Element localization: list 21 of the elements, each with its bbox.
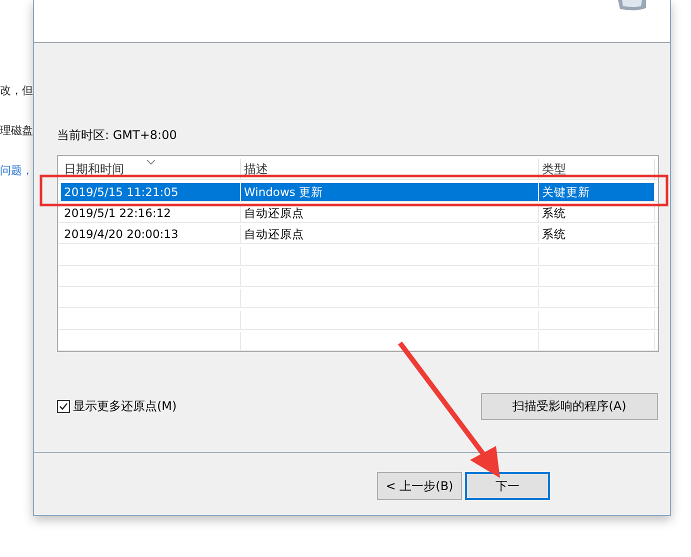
table-cell[interactable]: 自动还原点 <box>241 225 539 244</box>
table-cell[interactable]: 关键更新 <box>539 182 655 201</box>
column-header[interactable]: 类型 <box>539 159 655 180</box>
body-text: 改，但 <box>0 83 33 98</box>
link-text[interactable]: 问题， <box>0 163 33 178</box>
checkbox[interactable] <box>57 400 70 413</box>
table-cell[interactable]: 2019/4/20 20:00:13 <box>61 225 241 244</box>
column-header[interactable]: 日期和时间 <box>61 159 241 180</box>
table-cell[interactable]: 系统 <box>539 225 655 244</box>
table-cell[interactable]: 系统 <box>539 204 655 222</box>
checkbox-label: 显示更多还原点(M) <box>73 398 177 415</box>
table-cell[interactable]: 自动还原点 <box>241 204 539 222</box>
column-header[interactable]: 描述 <box>241 159 539 180</box>
back-button[interactable]: < 上一步(B) <box>377 472 462 500</box>
table-cell[interactable]: Windows 更新 <box>241 182 539 201</box>
body-text: 理磁盘 <box>0 123 33 138</box>
timezone-label: 当前时区: GMT+8:00 <box>57 127 178 144</box>
scan-button[interactable]: 扫描受影响的程序(A) <box>481 393 658 420</box>
table-cell[interactable]: 2019/5/15 11:21:05 <box>61 182 241 201</box>
table-cell[interactable]: 2019/5/1 22:16:12 <box>61 204 241 222</box>
next-button[interactable]: 下一 <box>465 472 550 500</box>
